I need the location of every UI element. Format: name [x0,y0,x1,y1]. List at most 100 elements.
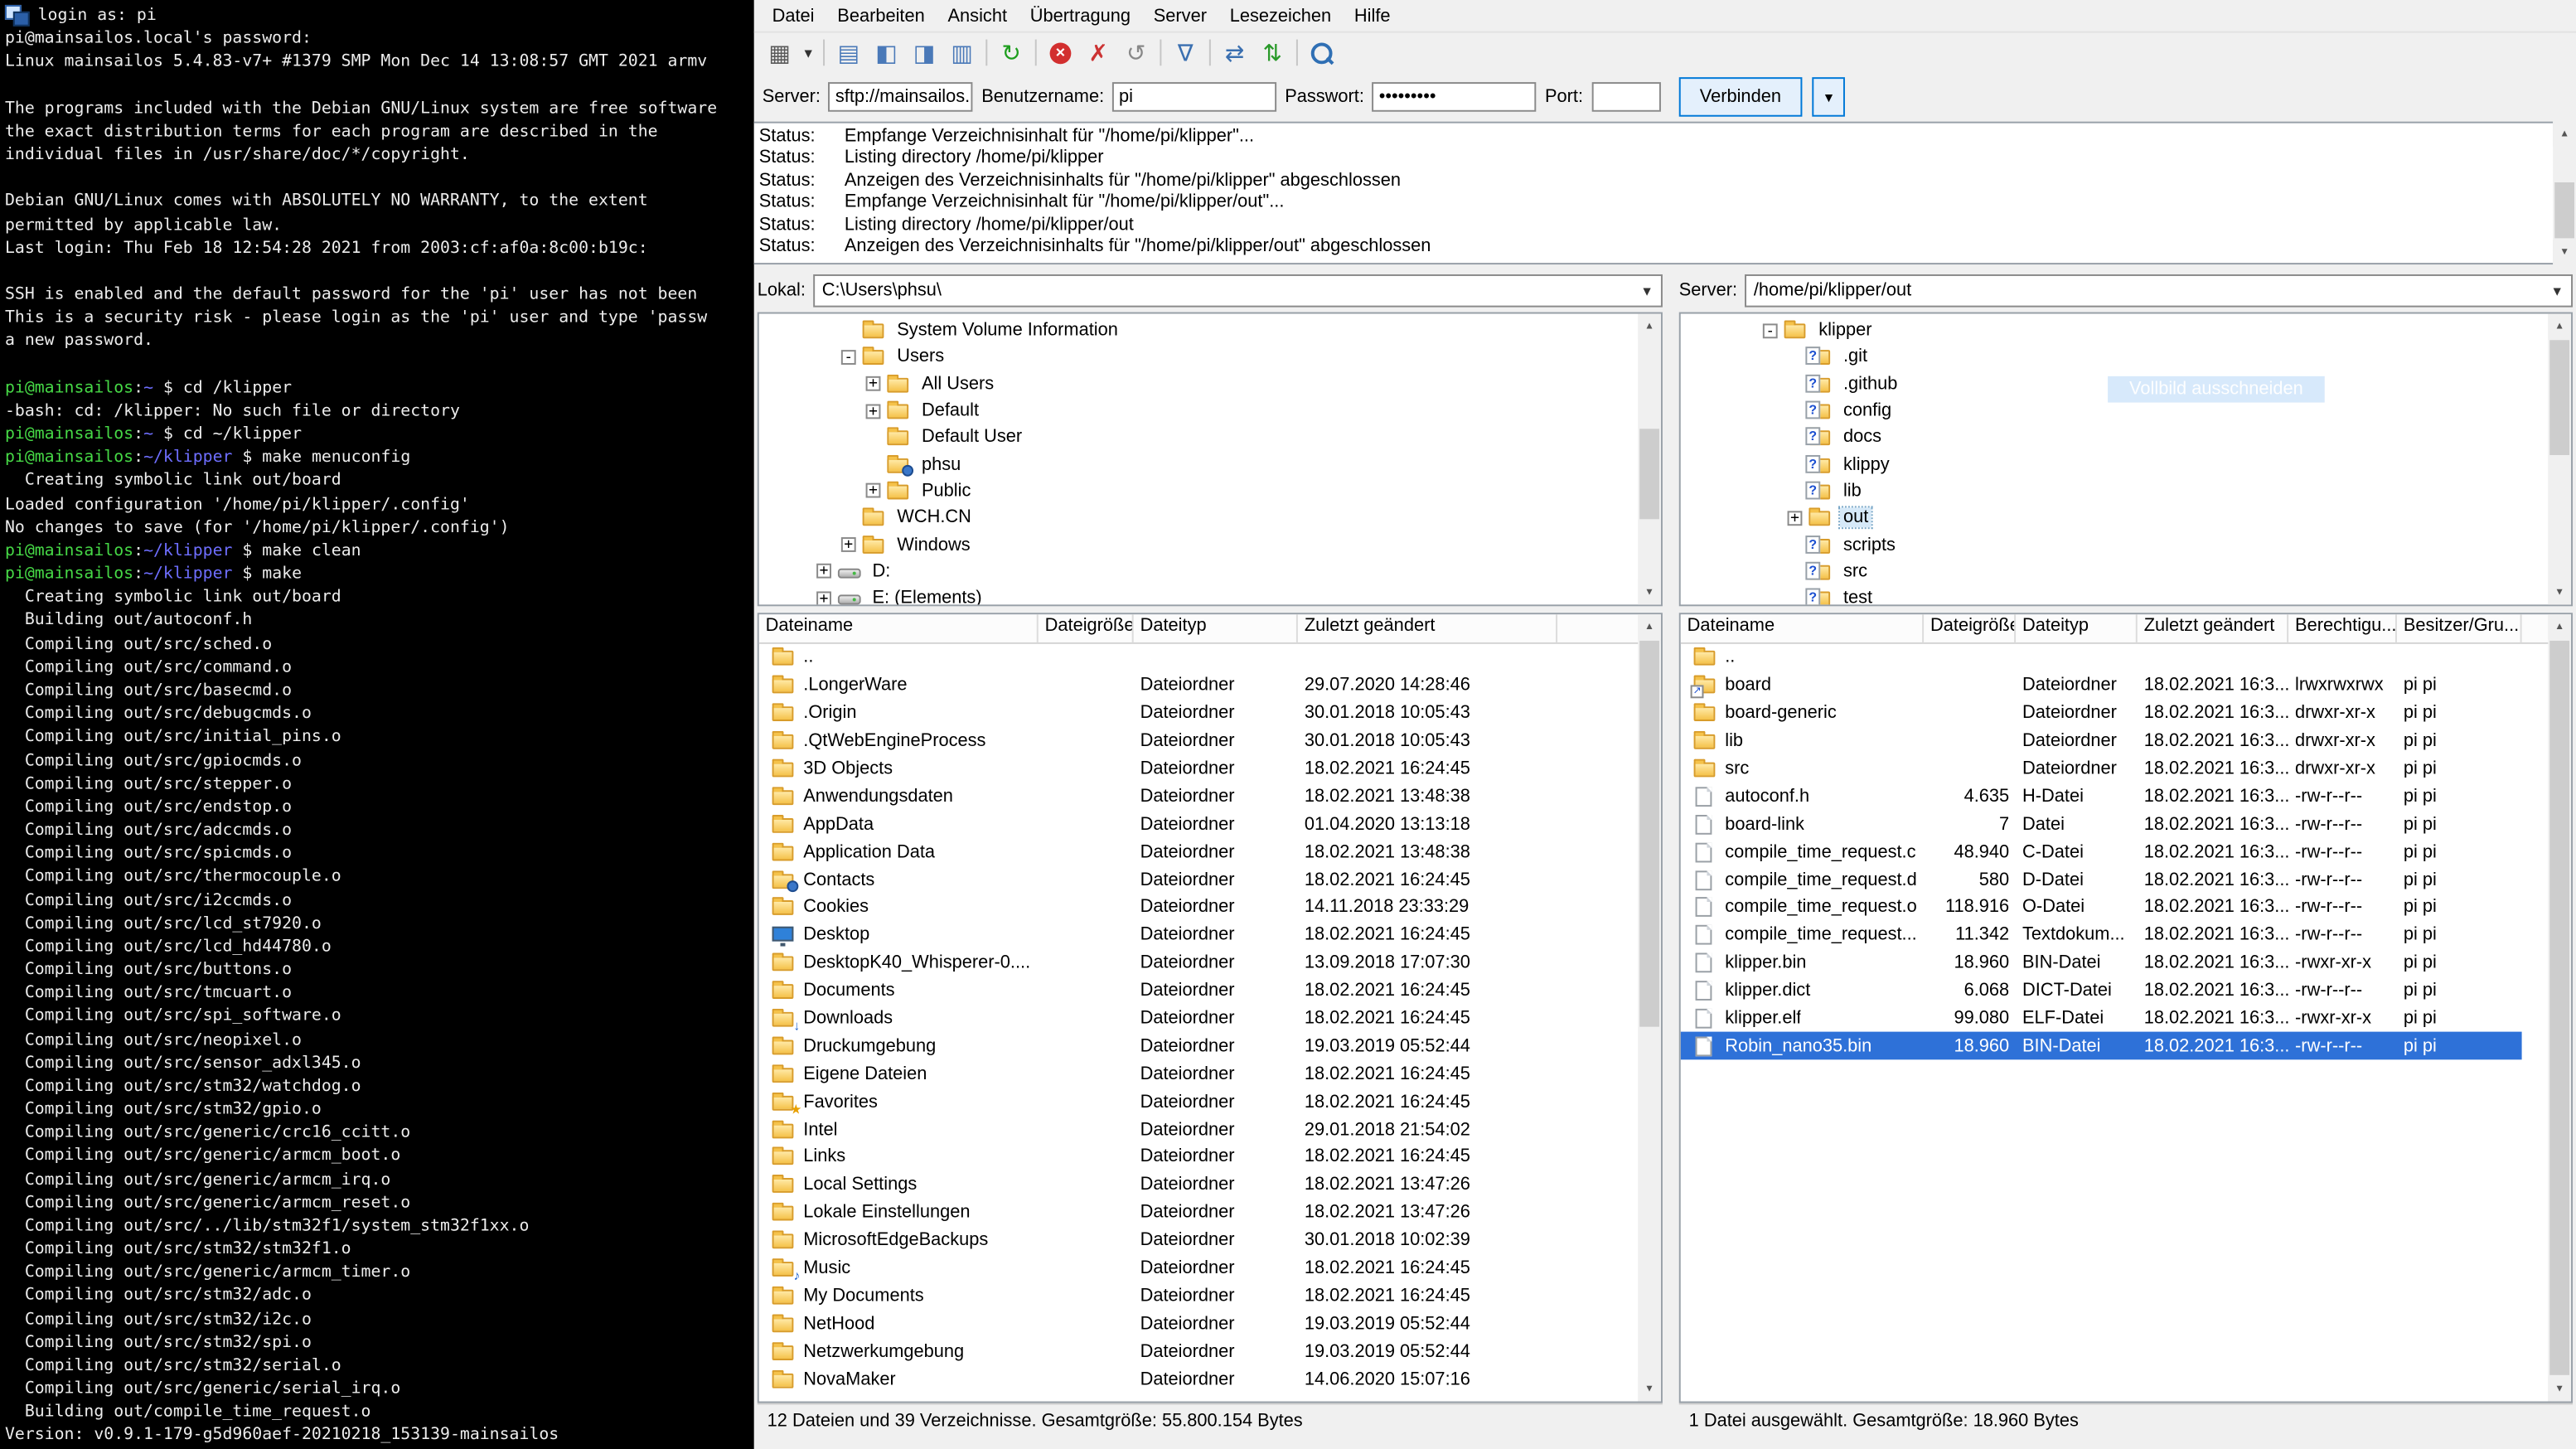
column-header-dateityp[interactable]: Dateityp [1134,614,1298,642]
log-scrollbar[interactable]: ▲ ▼ [2553,122,2576,264]
scrollbar-thumb[interactable] [1639,641,1659,1027]
tree-item-windows[interactable]: +Windows [759,531,1661,558]
collapse-icon[interactable]: - [1763,323,1778,338]
menu-hilfe[interactable]: Hilfe [1343,2,1402,29]
tree-item-test[interactable]: ?test [1681,584,2571,606]
column-header-zuletzt-ge-ndert[interactable]: Zuletzt geändert [1298,614,1557,642]
username-input[interactable]: pi [1112,82,1276,112]
column-header-dateigr-e[interactable]: Dateigröße [1039,614,1134,642]
local-tree-scrollbar[interactable]: ▲ ▼ [1638,314,1661,605]
list-row-desktop[interactable]: DesktopDateiordner18.02.2021 16:24:45 [759,922,1557,949]
tree-item-docs[interactable]: ?docs [1681,424,2571,451]
scroll-up-icon[interactable]: ▲ [2548,314,2571,339]
scroll-down-icon[interactable]: ▼ [1638,580,1661,605]
list-row-autoconf-h[interactable]: autoconf.h4.635H-Datei18.02.2021 16:3...… [1681,783,2522,810]
connect-dropdown-button[interactable]: ▼ [1813,77,1846,117]
list-row-cookies[interactable]: CookiesDateiordner14.11.2018 23:33:29 [759,894,1557,921]
list-row-item[interactable]: .. [1681,644,2522,671]
list-row-longerware[interactable]: .LongerWareDateiordner29.07.2020 14:28:4… [759,671,1557,699]
chevron-down-icon[interactable]: ▼ [1633,276,1661,306]
list-row-origin[interactable]: .OriginDateiordner30.01.2018 10:05:43 [759,700,1557,727]
expand-icon[interactable]: + [816,591,831,606]
tree-item-d[interactable]: +D: [759,558,1661,584]
list-row-3d-objects[interactable]: 3D ObjectsDateiordner18.02.2021 16:24:45 [759,755,1557,783]
tree-item-phsu[interactable]: phsu [759,451,1661,477]
list-row-desktopk40-whisperer-0[interactable]: DesktopK40_Whisperer-0....Dateiordner13.… [759,949,1557,976]
list-row-klipper-bin[interactable]: klipper.bin18.960BIN-Datei18.02.2021 16:… [1681,949,2522,976]
list-row-item[interactable]: .. [759,644,1557,671]
filter-icon[interactable]: ∇ [1166,36,1204,70]
toggle-queue-icon[interactable]: ▥ [943,36,981,70]
local-path-combobox[interactable]: C:\Users\phsu\ ▼ [814,274,1663,308]
tree-item-default[interactable]: +Default [759,397,1661,424]
site-manager-icon[interactable]: ▦ [761,36,799,70]
scroll-down-icon[interactable]: ▼ [2548,1377,2571,1402]
list-row-contacts[interactable]: ContactsDateiordner18.02.2021 16:24:45 [759,866,1557,894]
expand-icon[interactable]: + [1788,511,1803,526]
directory-comparison-icon[interactable]: ⇄ [1216,36,1254,70]
list-row-netzwerkumgebung[interactable]: NetzwerkumgebungDateiordner19.03.2019 05… [759,1338,1557,1365]
list-row-src[interactable]: srcDateiordner18.02.2021 16:3...drwxr-xr… [1681,755,2522,783]
toggle-local-tree-icon[interactable]: ◧ [868,36,906,70]
find-files-icon[interactable] [1303,36,1341,70]
tree-item-e-elements[interactable]: +E: (Elements) [759,584,1661,606]
disconnect-icon[interactable]: ✗ [1079,36,1117,70]
menu-server[interactable]: Server [1142,2,1218,29]
server-input[interactable]: sftp://mainsailos.lo [829,82,973,112]
list-row-nethood[interactable]: NetHoodDateiordner19.03.2019 05:52:44 [759,1310,1557,1337]
tree-item-lib[interactable]: ?lib [1681,477,2571,504]
scrollbar-thumb[interactable] [2549,641,2569,1375]
menu-datei[interactable]: Datei [761,2,826,29]
list-row-favorites[interactable]: ★FavoritesDateiordner18.02.2021 16:24:45 [759,1088,1557,1115]
list-row-compile-time-request-o[interactable]: compile_time_request.o118.916O-Datei18.0… [1681,894,2522,921]
column-header-zuletzt-ge-ndert[interactable]: Zuletzt geändert [2138,614,2288,642]
scroll-down-icon[interactable]: ▼ [2553,240,2576,264]
column-header-besitzer-gru[interactable]: Besitzer/Gru... [2397,614,2522,642]
list-row-application-data[interactable]: Application DataDateiordner18.02.2021 13… [759,838,1557,865]
menu-ansicht[interactable]: Ansicht [937,2,1019,29]
remote-tree-scrollbar[interactable]: ▲ ▼ [2548,314,2571,605]
list-row-microsoftedgebackups[interactable]: MicrosoftEdgeBackupsDateiordner30.01.201… [759,1227,1557,1254]
tree-item-scripts[interactable]: ?scripts [1681,531,2571,558]
scroll-down-icon[interactable]: ▼ [2548,580,2571,605]
list-row-klipper-dict[interactable]: klipper.dict6.068DICT-Datei18.02.2021 16… [1681,977,2522,1005]
synchronized-browsing-icon[interactable]: ⇅ [1253,36,1291,70]
refresh-icon[interactable]: ↻ [992,36,1030,70]
tree-item-klippy[interactable]: ?klippy [1681,451,2571,477]
expand-icon[interactable]: + [816,564,831,579]
list-row-board-link[interactable]: board-link7Datei18.02.2021 16:3...-rw-r-… [1681,811,2522,838]
menu-bertragung[interactable]: Übertragung [1019,2,1142,29]
list-row-intel[interactable]: IntelDateiordner29.01.2018 21:54:02 [759,1116,1557,1143]
remote-list-scrollbar[interactable]: ▲ ▼ [2548,614,2571,1401]
list-row-music[interactable]: ♪MusicDateiordner18.02.2021 16:24:45 [759,1254,1557,1282]
tree-item-src[interactable]: ?src [1681,558,2571,584]
scroll-down-icon[interactable]: ▼ [1638,1377,1661,1402]
expand-icon[interactable]: + [866,404,881,419]
scrollbar-thumb[interactable] [2554,182,2574,238]
scroll-up-icon[interactable]: ▲ [1638,614,1661,639]
cancel-icon[interactable]: × [1042,36,1080,70]
toggle-remote-tree-icon[interactable]: ◨ [905,36,943,70]
site-manager-dropdown-icon[interactable]: ▼ [798,36,818,70]
scroll-up-icon[interactable]: ▲ [2553,122,2576,147]
tree-item-users[interactable]: -Users [759,344,1661,371]
connect-button[interactable]: Verbinden [1678,77,1803,117]
list-row-robin-nano35-bin[interactable]: Robin_nano35.bin18.960BIN-Datei18.02.202… [1681,1033,2522,1060]
list-row-downloads[interactable]: ↓DownloadsDateiordner18.02.2021 16:24:45 [759,1005,1557,1032]
port-input[interactable] [1591,82,1660,112]
list-row-novamaker[interactable]: NovaMakerDateiordner14.06.2020 15:07:16 [759,1365,1557,1393]
menu-bearbeiten[interactable]: Bearbeiten [826,2,936,29]
list-row-compile-time-request[interactable]: compile_time_request...11.342Textdokum..… [1681,922,2522,949]
tree-item-wch-cn[interactable]: WCH.CN [759,505,1661,531]
scroll-up-icon[interactable]: ▲ [1638,314,1661,339]
tree-item-default-user[interactable]: Default User [759,424,1661,451]
menu-lesezeichen[interactable]: Lesezeichen [1218,2,1343,29]
list-row-appdata[interactable]: AppDataDateiordner01.04.2020 13:13:18 [759,811,1557,838]
list-row-lokale-einstellungen[interactable]: Lokale EinstellungenDateiordner18.02.202… [759,1199,1557,1226]
list-row-documents[interactable]: DocumentsDateiordner18.02.2021 16:24:45 [759,977,1557,1005]
list-row-compile-time-request-d[interactable]: compile_time_request.d580D-Datei18.02.20… [1681,866,2522,894]
remote-path-combobox[interactable]: /home/pi/klipper/out ▼ [1746,274,2573,308]
list-row-board-generic[interactable]: board-genericDateiordner18.02.2021 16:3.… [1681,700,2522,727]
tree-item-out[interactable]: +out [1681,505,2571,531]
list-row-klipper-elf[interactable]: klipper.elf99.080ELF-Datei18.02.2021 16:… [1681,1005,2522,1032]
